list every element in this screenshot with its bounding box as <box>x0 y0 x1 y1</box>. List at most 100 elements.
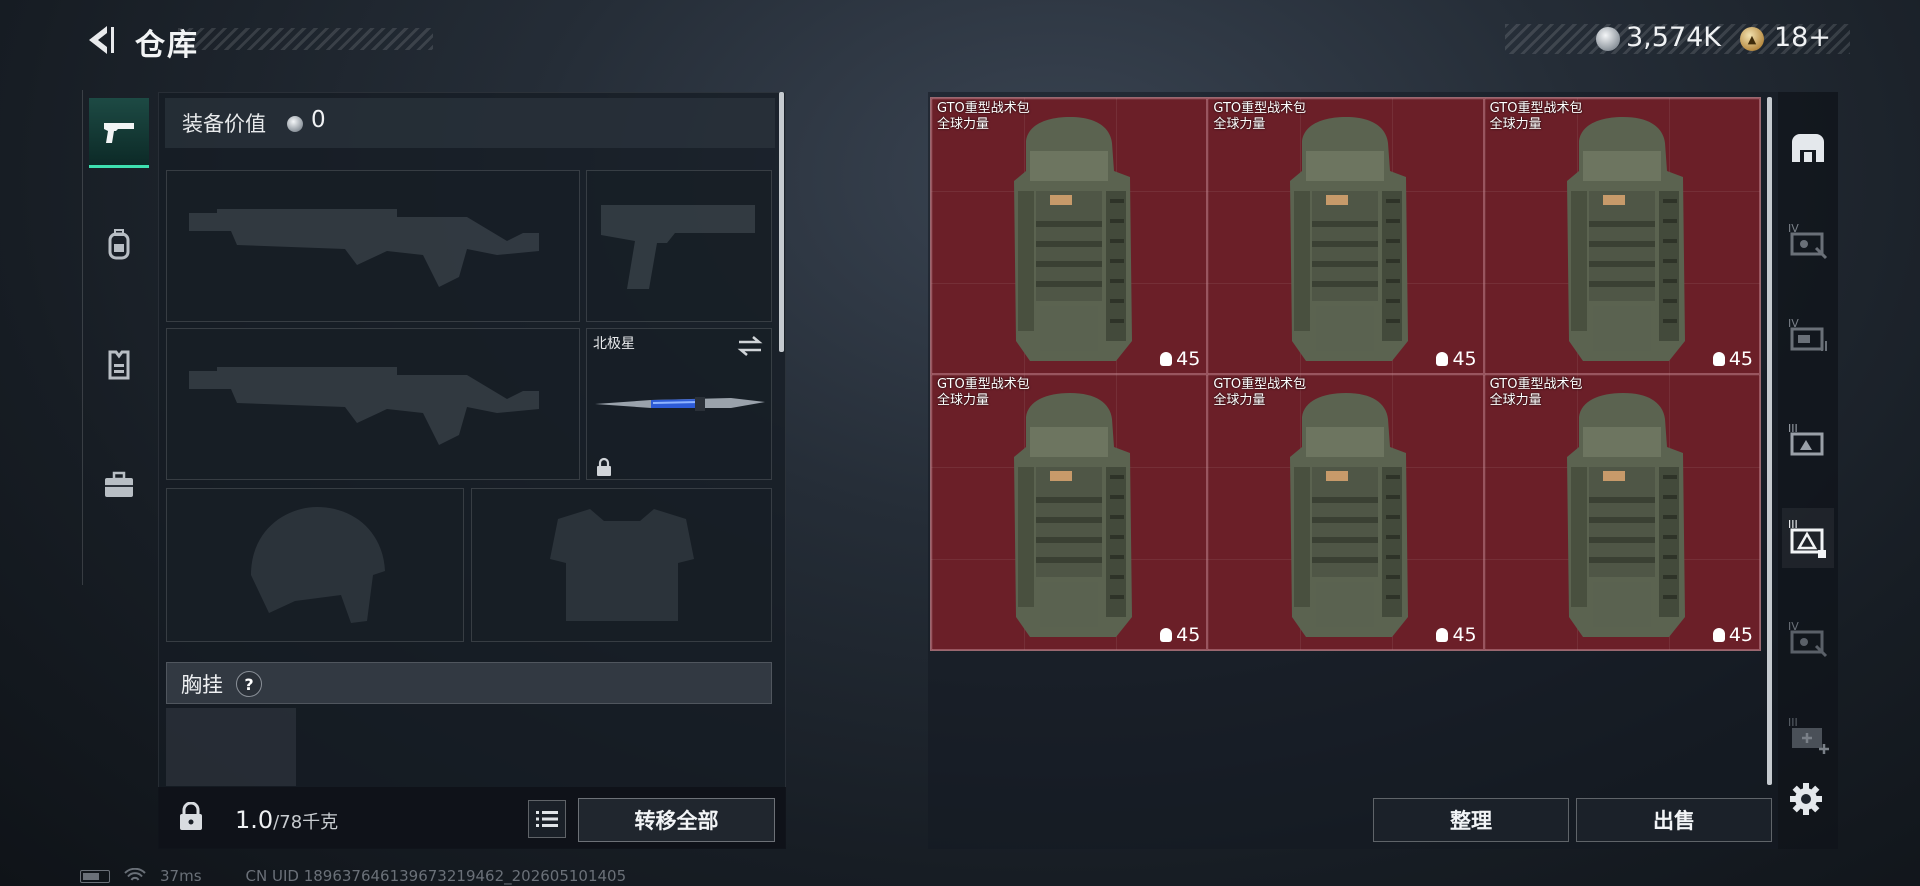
chest-rig-slot[interactable] <box>166 708 296 786</box>
item-count: 45 <box>1436 348 1477 370</box>
item-name: GTO重型战术包 全球力量 <box>1490 377 1583 409</box>
list-view-button[interactable] <box>528 800 566 838</box>
pistol-icon <box>104 122 134 143</box>
armor-slot[interactable] <box>471 488 772 642</box>
armor-silhouette-icon <box>550 509 694 621</box>
item-count-value: 45 <box>1728 348 1753 370</box>
tab-weapons[interactable] <box>89 98 149 168</box>
stash-item[interactable]: GTO重型战术包 全球力量 45 <box>1483 98 1760 374</box>
ping-value: 37ms <box>160 867 202 885</box>
gold-coin-icon: ▲ <box>1740 27 1764 51</box>
pistol-silhouette-icon <box>601 205 755 289</box>
backpack-image <box>1290 393 1409 637</box>
stash-item[interactable]: GTO重型战术包 全球力量 45 <box>931 374 1208 650</box>
padlock-icon <box>180 802 202 830</box>
container-iv-2-icon: IV <box>1788 317 1827 351</box>
coin-amount[interactable]: 18+ <box>1774 22 1831 53</box>
backpack-image <box>1014 117 1132 361</box>
back-button[interactable] <box>80 18 120 62</box>
equipment-scrollbar[interactable] <box>779 92 784 352</box>
briefcase-icon <box>105 471 133 497</box>
item-count: 45 <box>1712 348 1753 370</box>
item-title: GTO重型战术包 <box>937 377 1030 392</box>
item-subtitle: 全球力量 <box>937 117 990 132</box>
stash-item[interactable]: GTO重型战术包 全球力量 45 <box>1207 98 1484 374</box>
item-title: GTO重型战术包 <box>1213 101 1307 116</box>
backpack-image <box>1566 393 1685 637</box>
sell-button[interactable]: 出售 <box>1576 798 1772 842</box>
lock-button[interactable] <box>173 797 209 837</box>
item-subtitle: 全球力量 <box>937 393 990 408</box>
item-subtitle: 全球力量 <box>1213 393 1266 408</box>
knife-icon <box>595 397 765 411</box>
rifle-silhouette-icon <box>189 209 539 287</box>
item-name: GTO重型战术包 全球力量 <box>1213 101 1306 133</box>
transfer-all-button[interactable]: 转移全部 <box>578 798 775 842</box>
container-ii-icon: III <box>1788 518 1826 558</box>
melee-slot[interactable]: 北极星 <box>586 328 772 480</box>
silver-coin-icon <box>1596 27 1620 51</box>
status-footer: 37ms CN UID 1896376461396732194​62_20260… <box>80 866 626 886</box>
help-button[interactable]: ? <box>236 671 262 697</box>
left-tab-column <box>82 90 154 585</box>
item-count-value: 45 <box>1452 624 1477 646</box>
bag-icon <box>1436 628 1449 642</box>
item-count-value: 45 <box>1176 348 1201 370</box>
stash-item[interactable]: GTO重型战术包 全球力量 45 <box>1483 374 1760 650</box>
weight-max: /78千克 <box>273 812 339 833</box>
item-count: 45 <box>1160 624 1200 646</box>
tab-container-4[interactable]: III <box>1782 508 1834 568</box>
equipment-value: 0 <box>311 107 326 133</box>
bag-icon <box>1160 628 1173 642</box>
container-iii-icon: III <box>1788 422 1824 456</box>
item-subtitle: 全球力量 <box>1213 117 1266 132</box>
stash-item[interactable]: GTO重型战术包 全球力量 45 <box>931 98 1208 374</box>
bag-icon <box>1712 628 1725 642</box>
container-iv-icon: IV <box>1788 222 1828 260</box>
settings-button[interactable] <box>1785 778 1827 820</box>
item-title: GTO重型战术包 <box>1489 101 1583 116</box>
svg-text:III: III <box>1788 716 1798 729</box>
item-count-value: 45 <box>1176 624 1201 646</box>
tab-add-container[interactable]: III <box>1782 704 1834 764</box>
item-name: GTO重型战术包 全球力量 <box>937 377 1030 409</box>
backpack-icon <box>108 229 130 260</box>
secondary-weapon-slot[interactable] <box>586 170 772 322</box>
backpack-image <box>1290 117 1409 361</box>
item-subtitle: 全球力量 <box>1489 393 1542 408</box>
tab-container-2[interactable]: IV <box>1782 305 1834 365</box>
item-name: GTO重型战术包 全球力量 <box>937 101 1030 133</box>
safe-box-icon <box>1792 134 1824 162</box>
tab-items[interactable] <box>89 450 149 520</box>
backpack-image <box>1566 117 1685 361</box>
helmet-silhouette-icon <box>251 507 385 623</box>
item-count: 45 <box>1436 624 1477 646</box>
tab-container-5[interactable]: IV <box>1782 608 1834 668</box>
equipment-value-label: 装备价值 <box>182 112 266 136</box>
sort-button[interactable]: 整理 <box>1373 798 1569 842</box>
tab-safe-box[interactable] <box>1782 118 1834 178</box>
item-subtitle: 全球力量 <box>1489 117 1542 132</box>
uid-text: CN UID 1896376461396732194​62_2026051014… <box>245 867 627 885</box>
top-bar: 仓库 3,574K ▲ 18+ <box>0 0 1920 80</box>
item-name: GTO重型战术包 全球力量 <box>1490 101 1583 133</box>
swap-icon[interactable] <box>737 335 763 357</box>
battery-icon <box>80 869 110 883</box>
helmet-slot[interactable] <box>166 488 464 642</box>
wifi-icon <box>124 868 146 881</box>
primary-weapon-slot[interactable] <box>166 170 580 322</box>
item-count: 45 <box>1712 624 1753 646</box>
rifle-silhouette-icon <box>189 367 539 445</box>
tab-vest[interactable] <box>89 330 149 400</box>
stash-item[interactable]: GTO重型战术包 全球力量 45 <box>1207 374 1484 650</box>
secondary-rifle-slot[interactable] <box>166 328 580 480</box>
item-count: 45 <box>1160 348 1200 370</box>
stash-scrollbar[interactable] <box>1767 97 1772 785</box>
silver-coin-icon <box>287 116 303 132</box>
tab-container-1[interactable]: IV <box>1782 210 1834 270</box>
tab-backpack[interactable] <box>89 210 149 280</box>
bag-icon <box>1160 352 1173 366</box>
bag-icon <box>1436 352 1449 366</box>
tab-container-3[interactable]: III <box>1782 410 1834 470</box>
gear-icon <box>1790 783 1822 815</box>
